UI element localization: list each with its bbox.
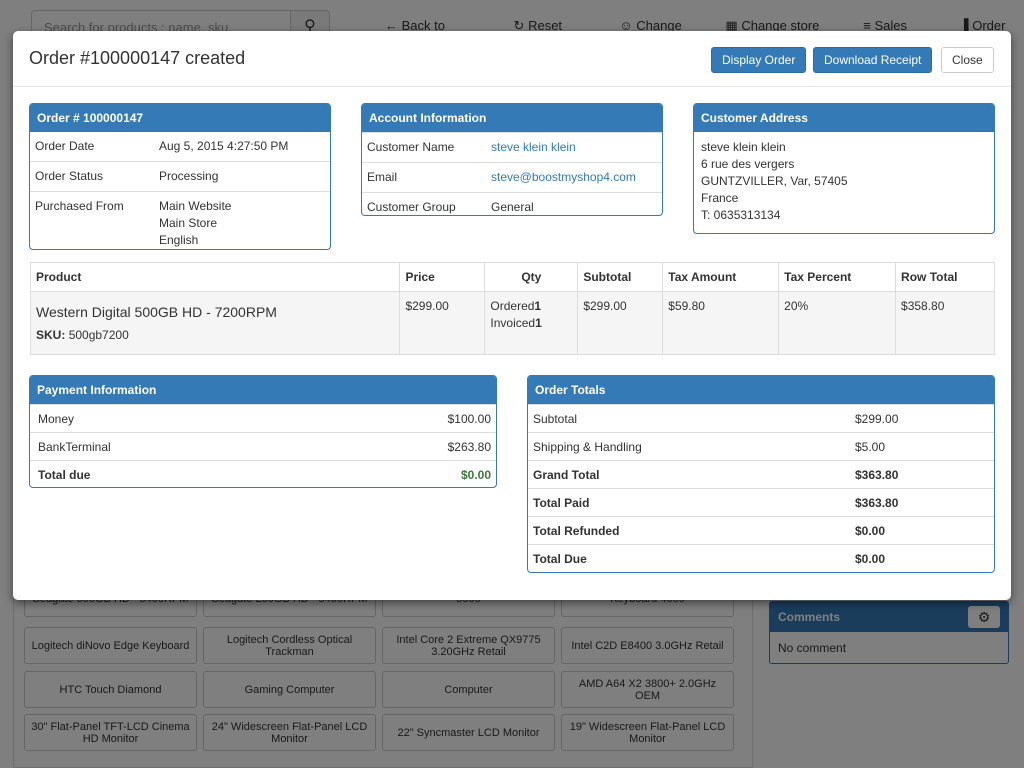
totals-row: Subtotal $299.00 bbox=[528, 404, 994, 432]
order-created-modal: Order #100000147 created Display Order D… bbox=[13, 31, 1011, 600]
order-status-value: Processing bbox=[159, 169, 219, 183]
qty-cell: Ordered1 Invoiced1 bbox=[484, 291, 579, 355]
product-name: Western Digital 500GB HD - 7200RPM bbox=[36, 304, 277, 320]
totals-row: Total Refunded $0.00 bbox=[528, 516, 994, 544]
modal-title: Order #100000147 created bbox=[29, 48, 246, 68]
customer-group-row: Customer Group General bbox=[362, 192, 662, 215]
account-panel-title: Account Information bbox=[362, 104, 662, 132]
download-receipt-button[interactable]: Download Receipt bbox=[813, 47, 933, 73]
payment-row: Money $100.00 bbox=[30, 404, 496, 432]
order-status-row: Order Status Processing bbox=[30, 161, 330, 191]
total-due-value: $0.00 bbox=[460, 468, 491, 482]
totals-panel: Order Totals Subtotal $299.00 Shipping &… bbox=[527, 375, 995, 573]
close-button[interactable]: Close bbox=[941, 47, 994, 73]
column-header: Price bbox=[399, 262, 486, 292]
tax-amount-cell: $59.80 bbox=[662, 291, 780, 355]
order-panel-title: Order # 100000147 bbox=[30, 104, 330, 132]
totals-row: Shipping & Handling $5.00 bbox=[528, 432, 994, 460]
payment-panel: Payment Information Money $100.00 BankTe… bbox=[29, 375, 497, 488]
totals-row: Total Paid $363.80 bbox=[528, 488, 994, 516]
address-panel: Customer Address steve klein klein 6 rue… bbox=[693, 103, 995, 234]
table-row: Western Digital 500GB HD - 7200RPM SKU: … bbox=[29, 291, 995, 355]
display-order-button[interactable]: Display Order bbox=[711, 47, 807, 73]
product-cell: Western Digital 500GB HD - 7200RPM SKU: … bbox=[29, 291, 401, 355]
purchased-from-value: Main Website Main Store English bbox=[159, 199, 232, 247]
account-panel: Account Information Customer Name steve … bbox=[361, 103, 663, 216]
customer-name-link[interactable]: steve klein klein bbox=[491, 139, 657, 156]
row-total-cell: $358.80 bbox=[895, 291, 995, 355]
payment-panel-title: Payment Information bbox=[30, 376, 496, 404]
payment-row: BankTerminal $263.80 bbox=[30, 432, 496, 460]
customer-name-row: Customer Name steve klein klein bbox=[362, 132, 662, 162]
column-header: Product bbox=[29, 262, 401, 292]
column-header: Subtotal bbox=[577, 262, 664, 292]
column-header: Row Total bbox=[895, 262, 995, 292]
tax-percent-cell: 20% bbox=[778, 291, 897, 355]
product-sku: SKU: 500gb7200 bbox=[36, 328, 129, 342]
price-cell: $299.00 bbox=[399, 291, 486, 355]
customer-address: steve klein klein 6 rue des vergers GUNT… bbox=[701, 140, 848, 222]
table-header-row: Product Price Qty Subtotal Tax Amount Ta… bbox=[29, 262, 995, 292]
modal-header: Order #100000147 created Display Order D… bbox=[13, 31, 1011, 87]
customer-group-value: General bbox=[491, 200, 534, 214]
totals-panel-title: Order Totals bbox=[528, 376, 994, 404]
total-due-row: Total due $0.00 bbox=[30, 460, 496, 487]
column-header: Tax Amount bbox=[662, 262, 780, 292]
totals-row: Grand Total $363.80 bbox=[528, 460, 994, 488]
column-header: Tax Percent bbox=[778, 262, 897, 292]
totals-row: Total Due $0.00 bbox=[528, 544, 994, 572]
email-row: Email steve@boostmyshop4.com bbox=[362, 162, 662, 192]
order-items-table: Product Price Qty Subtotal Tax Amount Ta… bbox=[29, 262, 995, 355]
column-header: Qty bbox=[484, 262, 579, 292]
email-link[interactable]: steve@boostmyshop4.com bbox=[491, 169, 657, 186]
address-panel-title: Customer Address bbox=[694, 104, 994, 132]
subtotal-cell: $299.00 bbox=[577, 291, 664, 355]
order-date-value: Aug 5, 2015 4:27:50 PM bbox=[159, 139, 289, 153]
order-panel: Order # 100000147 Order Date Aug 5, 2015… bbox=[29, 103, 331, 250]
order-date-row: Order Date Aug 5, 2015 4:27:50 PM bbox=[30, 132, 330, 161]
purchased-from-row: Purchased From Main Website Main Store E… bbox=[30, 191, 330, 249]
